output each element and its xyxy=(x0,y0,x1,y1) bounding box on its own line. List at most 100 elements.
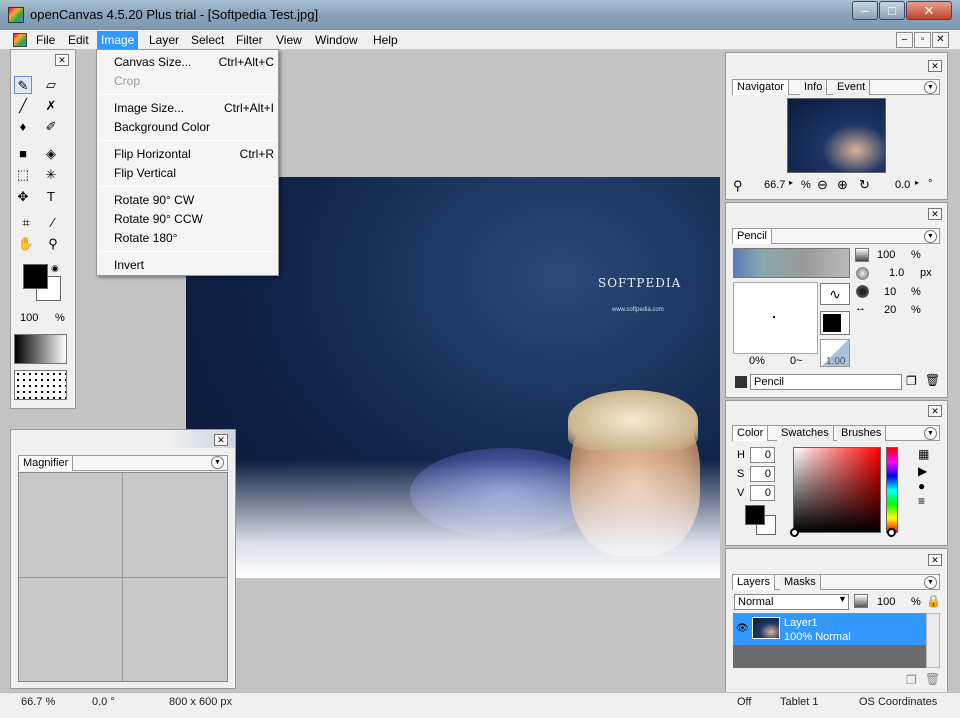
menu-item-crop[interactable]: Crop xyxy=(114,72,274,90)
menu-layer[interactable]: Layer xyxy=(145,31,183,49)
mdi-minimize-button[interactable]: – xyxy=(896,32,913,48)
tab-navigator[interactable]: Navigator xyxy=(733,80,790,95)
menu-help[interactable]: Help xyxy=(369,31,402,49)
mdi-close-button[interactable]: ✕ xyxy=(932,32,949,48)
tab-brushes[interactable]: Brushes xyxy=(837,426,887,441)
eraser-tool-icon[interactable]: ▱ xyxy=(42,76,60,94)
color-menu-icon[interactable]: ▼ xyxy=(924,427,937,440)
sv-picker-handle[interactable] xyxy=(790,528,799,537)
menu-item-rotate-90-ccw[interactable]: Rotate 90° CCW xyxy=(114,210,274,228)
menu-filter[interactable]: Filter xyxy=(232,31,267,49)
blend-mode-dropdown-icon[interactable]: ▼ xyxy=(838,594,847,604)
saturation-field[interactable]: 0 xyxy=(750,466,775,482)
brush-size-value[interactable]: 1.0 xyxy=(889,267,904,279)
brush-spacing-value[interactable]: 20 xyxy=(884,304,896,316)
angle-arrow-icon[interactable]: ▸ xyxy=(915,178,919,187)
value-field[interactable]: 0 xyxy=(750,485,775,501)
hue-slider[interactable] xyxy=(886,447,898,533)
zoom-out-magnifier-icon[interactable]: ⚲ xyxy=(733,178,743,194)
layer-list-scrollbar[interactable] xyxy=(926,613,940,668)
marquee-tool-icon[interactable]: ⬚ xyxy=(14,166,32,184)
delete-layer-icon[interactable]: 🗑 xyxy=(925,672,940,686)
foreground-color-swatch[interactable] xyxy=(23,264,48,289)
menu-item-image-size[interactable]: Image Size... Ctrl+Alt+I xyxy=(114,99,274,117)
text-tool-icon[interactable]: T xyxy=(42,188,60,206)
color-circle-icon[interactable]: ● xyxy=(918,479,925,493)
menu-image[interactable]: Image xyxy=(97,31,139,49)
layer-opacity-value[interactable]: 100 xyxy=(877,596,895,608)
saturation-value-picker[interactable] xyxy=(793,447,881,533)
toolbox-close-button[interactable]: ✕ xyxy=(55,54,69,66)
navigator-angle-value[interactable]: 0.0 xyxy=(895,179,910,191)
document-icon[interactable] xyxy=(13,33,27,47)
layers-menu-icon[interactable]: ▼ xyxy=(924,576,937,589)
menu-item-rotate-90-cw[interactable]: Rotate 90° CW xyxy=(114,191,274,209)
brush-curve-icon[interactable]: ∿ xyxy=(820,283,850,305)
menu-item-canvas-size[interactable]: Canvas Size... Ctrl+Alt+C xyxy=(114,53,274,71)
zoom-arrow-icon[interactable]: ▸ xyxy=(789,178,793,187)
minimize-button[interactable]: – xyxy=(852,1,878,20)
magnifier-close-button[interactable]: ✕ xyxy=(214,434,228,446)
menu-select[interactable]: Select xyxy=(187,31,228,49)
menu-file[interactable]: File xyxy=(32,31,59,49)
marker-tool-icon[interactable]: ✐ xyxy=(42,118,60,136)
blend-mode-select[interactable]: Normal xyxy=(734,594,849,610)
menu-item-flip-horizontal[interactable]: Flip Horizontal Ctrl+R xyxy=(114,145,274,163)
menu-item-rotate-180[interactable]: Rotate 180° xyxy=(114,229,274,247)
crop-tool-icon[interactable]: ⌗ xyxy=(17,214,35,232)
menu-edit[interactable]: Edit xyxy=(64,31,93,49)
hand-tool-icon[interactable]: ✋ xyxy=(17,235,35,253)
color-list-icon[interactable]: ≡ xyxy=(918,494,925,508)
brush-preset-strip[interactable] xyxy=(733,248,850,278)
tab-magnifier[interactable]: Magnifier xyxy=(19,456,74,471)
menu-item-background-color[interactable]: Background Color xyxy=(114,118,274,136)
zoom-tool-icon[interactable]: ⚲ xyxy=(44,235,62,253)
layers-close-button[interactable]: ✕ xyxy=(928,554,942,566)
brush-tool-icon[interactable]: ╱ xyxy=(14,97,32,115)
brush-name-field[interactable]: Pencil xyxy=(750,374,902,390)
hue-field[interactable]: 0 xyxy=(750,447,775,463)
layer-lock-icon[interactable]: 🔒 xyxy=(926,594,941,608)
delete-brush-icon[interactable]: 🗑 xyxy=(925,373,940,387)
texture-picker[interactable] xyxy=(14,370,67,400)
navigator-thumbnail[interactable] xyxy=(787,98,886,173)
toolbox-opacity-value[interactable]: 100 xyxy=(20,312,38,324)
tab-pencil[interactable]: Pencil xyxy=(733,229,772,244)
menu-view[interactable]: View xyxy=(272,31,306,49)
gradient-tool-icon[interactable]: ■ xyxy=(14,145,32,163)
layer-visibility-icon[interactable]: 👁 xyxy=(736,623,749,634)
water-drop-tool-icon[interactable]: ♦ xyxy=(14,118,32,136)
gradient-picker[interactable] xyxy=(14,334,67,364)
mdi-restore-button[interactable]: ▫ xyxy=(914,32,931,48)
maximize-button[interactable]: □ xyxy=(879,1,905,20)
brush-hardness-value[interactable]: 10 xyxy=(884,286,896,298)
brush-density-value[interactable]: 100 xyxy=(877,249,895,261)
pencil-tool-icon[interactable]: ✎ xyxy=(14,76,32,94)
brush-menu-icon[interactable]: ▼ xyxy=(924,230,937,243)
menu-item-flip-vertical[interactable]: Flip Vertical xyxy=(114,164,274,182)
tab-swatches[interactable]: Swatches xyxy=(777,426,834,441)
eyedropper-tool-icon[interactable]: ⁄ xyxy=(44,214,62,232)
brush-close-button[interactable]: ✕ xyxy=(928,208,942,220)
new-layer-icon[interactable]: ❐ xyxy=(906,673,917,687)
close-button[interactable]: ✕ xyxy=(906,1,952,20)
navigator-zoom-value[interactable]: 66.7 xyxy=(764,179,785,191)
tab-event[interactable]: Event xyxy=(833,80,871,95)
airbrush-tool-icon[interactable]: ✗ xyxy=(42,97,60,115)
swap-colors-icon[interactable]: ◉ xyxy=(51,263,59,274)
tab-info[interactable]: Info xyxy=(800,80,828,95)
tab-masks[interactable]: Masks xyxy=(780,575,821,590)
color-play-icon[interactable]: ▶ xyxy=(918,464,927,478)
menu-item-invert[interactable]: Invert xyxy=(114,256,274,274)
navigator-close-button[interactable]: ✕ xyxy=(928,60,942,72)
menu-window[interactable]: Window xyxy=(311,31,362,49)
move-tool-icon[interactable]: ✥ xyxy=(14,188,32,206)
color-fg-swatch[interactable] xyxy=(745,505,765,525)
navigator-menu-icon[interactable]: ▼ xyxy=(924,81,937,94)
tab-color[interactable]: Color xyxy=(733,426,769,441)
magnifier-menu-icon[interactable]: ▼ xyxy=(211,456,224,469)
zoom-in-icon[interactable]: ⊕ xyxy=(837,177,848,193)
color-close-button[interactable]: ✕ xyxy=(928,405,942,417)
rotate-icon[interactable]: ↻ xyxy=(859,177,870,193)
zoom-out-icon[interactable]: ⊖ xyxy=(817,177,828,193)
